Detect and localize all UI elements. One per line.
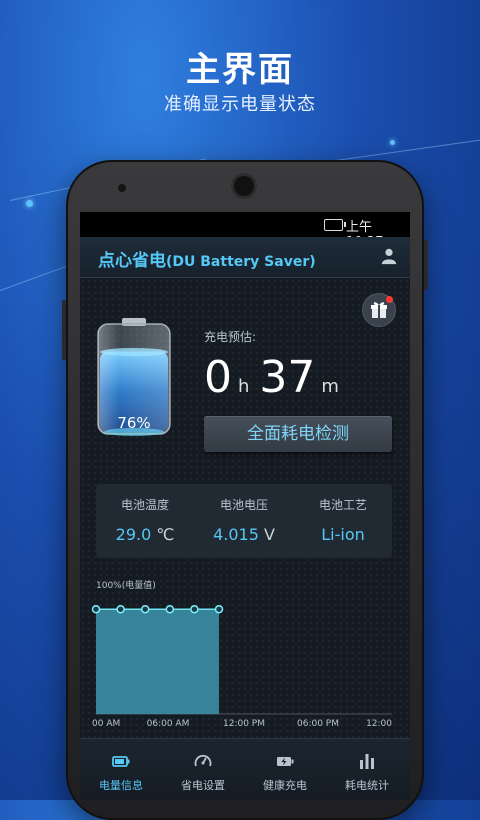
phone-side-button <box>62 300 66 360</box>
chart-x-tick-label: 06:00 AM <box>147 719 190 729</box>
phone-side-button <box>424 240 428 290</box>
bar-chart-icon <box>357 751 377 771</box>
promo-title: 主界面 <box>0 42 480 91</box>
stat-voltage: 电池电压 4.015 V <box>195 484 293 544</box>
gauge-icon <box>193 751 213 771</box>
charge-hours: 0 <box>204 352 232 403</box>
chart-svg: 100%(电量值) 00 AM 06:00 AM 12:00 PM 06:00 PM 12… <box>80 572 410 738</box>
charge-estimate-label: 充电预估: <box>204 328 256 345</box>
chart-point <box>216 606 223 613</box>
chart-point <box>117 606 124 613</box>
decor-dot <box>26 200 33 207</box>
charge-hours-unit: h <box>238 376 249 397</box>
stat-label: 电池温度 <box>96 496 194 513</box>
tab-healthy-charging[interactable]: 健康充电 <box>244 739 326 800</box>
gift-button[interactable] <box>363 294 395 326</box>
battery-stats-panel: 电池温度 29.0 ℃ 电池电压 4.015 V 电池工艺 Li-ion <box>96 484 392 558</box>
phone-sensor <box>118 184 126 192</box>
app-title-cn: 点心省电 <box>98 251 166 271</box>
battery-percent: 76% <box>96 414 172 432</box>
decor-line <box>0 266 66 291</box>
stat-label: 电池电压 <box>195 496 293 513</box>
stat-value: Li-ion <box>294 525 392 544</box>
battery-icon <box>111 751 131 771</box>
tab-battery-info[interactable]: 电量信息 <box>80 739 162 800</box>
status-bar: 上午 10:27 <box>80 212 410 237</box>
notification-dot <box>386 296 393 303</box>
decor-dot <box>390 140 395 145</box>
full-scan-button[interactable]: 全面耗电检测 <box>204 416 392 452</box>
tab-label: 电量信息 <box>80 777 162 793</box>
battery-level-chart: 100%(电量值) 00 AM 06:00 AM 12:00 PM 06:00 PM 12… <box>80 572 410 738</box>
chart-x-tick-label: 06:00 PM <box>297 719 339 729</box>
chart-x-tick-label: 00 AM <box>92 719 120 729</box>
chart-point <box>142 606 149 613</box>
stat-technology: 电池工艺 Li-ion <box>294 484 392 544</box>
app-bar: 点心省电(DU Battery Saver) <box>80 237 410 278</box>
charge-minutes-unit: m <box>321 376 339 397</box>
promo-subtitle: 准确显示电量状态 <box>0 90 480 116</box>
chart-x-tick-label: 12:00 PM <box>223 719 265 729</box>
tab-label: 健康充电 <box>244 777 326 793</box>
charging-icon <box>275 751 295 771</box>
stat-value: 29.0 ℃ <box>96 525 194 544</box>
tab-label: 省电设置 <box>162 777 244 793</box>
stat-temperature: 电池温度 29.0 ℃ <box>96 484 194 544</box>
user-icon[interactable] <box>380 247 398 265</box>
status-battery-icon <box>324 219 343 231</box>
charge-estimate: 0h 37 m <box>204 352 384 402</box>
tab-usage-stats[interactable]: 耗电统计 <box>326 739 408 800</box>
chart-point <box>93 606 100 613</box>
chart-area-fill <box>96 609 219 714</box>
chart-point <box>166 606 173 613</box>
stat-label: 电池工艺 <box>294 496 392 513</box>
stat-value: 4.015 V <box>195 525 293 544</box>
chart-y-label: 100%(电量值) <box>96 579 156 591</box>
tab-label: 耗电统计 <box>326 777 408 793</box>
bottom-tab-bar: 电量信息 省电设置 健康充电 耗电统计 <box>80 738 410 800</box>
main-content: 76% 充电预估: 0h 37 m 全面耗电检测 电池温度 29.0 ℃ 电池电压 … <box>80 278 410 738</box>
app-title: 点心省电(DU Battery Saver) <box>98 246 316 271</box>
app-title-en: (DU Battery Saver) <box>166 254 316 270</box>
phone-camera <box>234 176 254 196</box>
phone-screen: 上午 10:27 点心省电(DU Battery Saver) <box>80 212 410 800</box>
chart-x-tick-label: 12:00 <box>366 719 392 729</box>
chart-point <box>191 606 198 613</box>
tab-power-settings[interactable]: 省电设置 <box>162 739 244 800</box>
charge-minutes: 37 <box>259 352 315 403</box>
